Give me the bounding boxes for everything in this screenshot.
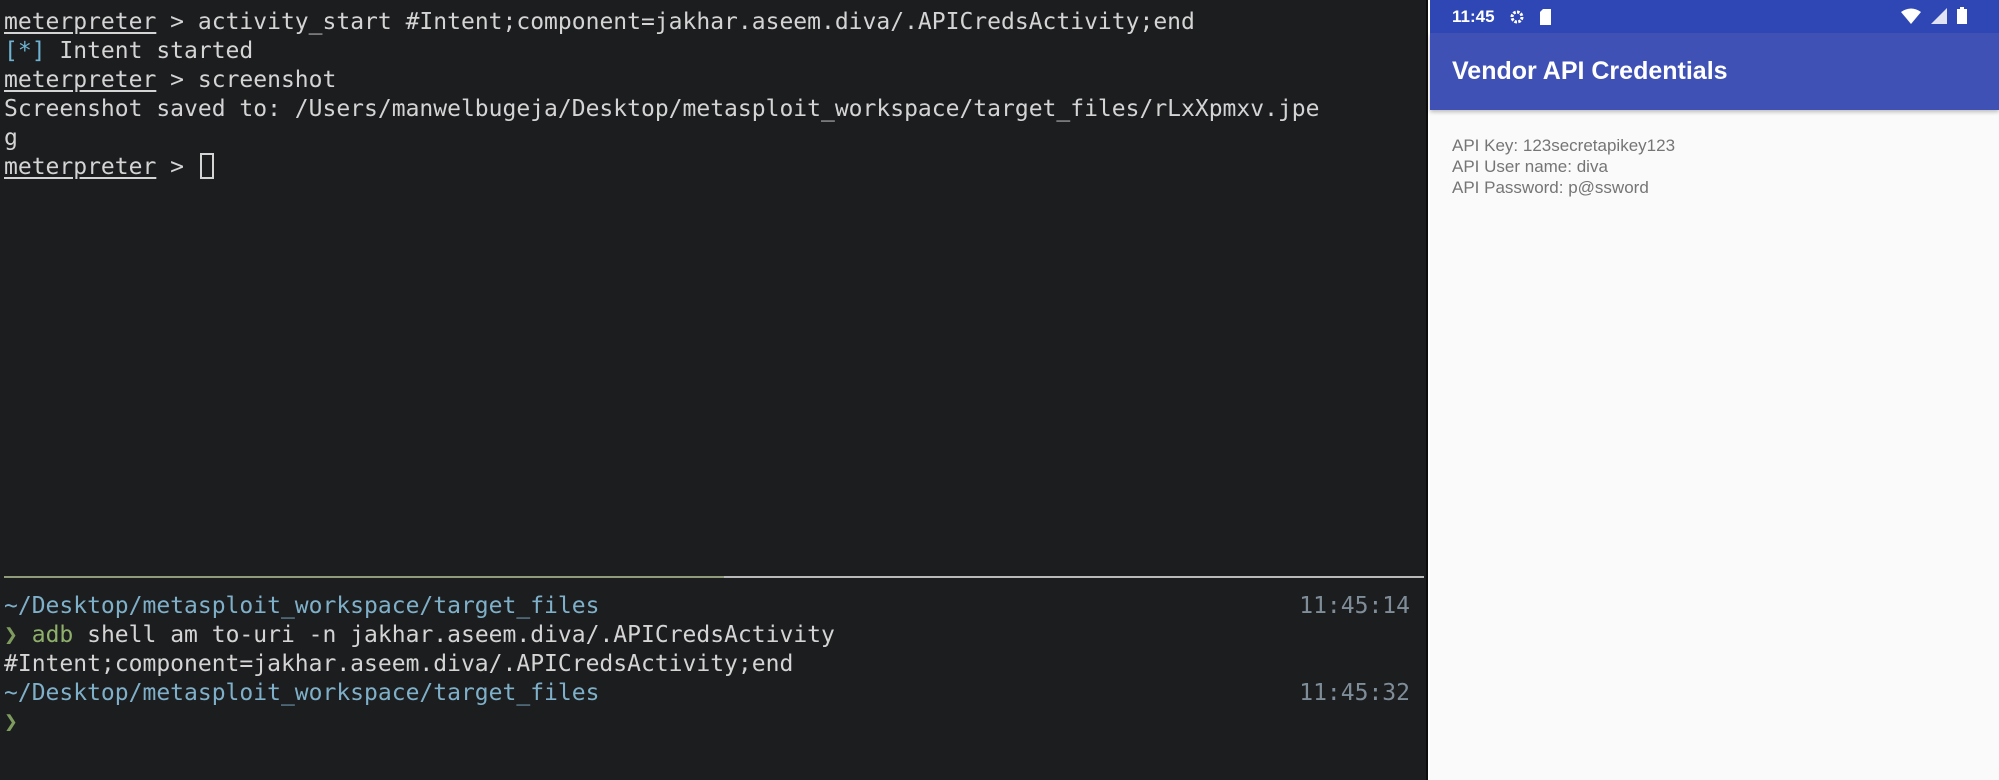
api-key-text: API Key: 123secretapikey123 — [1452, 136, 1676, 155]
output-text: g — [4, 125, 18, 151]
output-text: Screenshot saved to: /Users/manwelbugeja… — [4, 96, 1320, 122]
sd-card-icon — [1539, 8, 1552, 25]
meterpreter-pane[interactable]: meterpreter > activity_start #Intent;com… — [4, 8, 1424, 573]
cwd-path: ~/Desktop/metasploit_workspace/target_fi… — [4, 680, 600, 706]
meterpreter-prompt: meterpreter — [4, 154, 157, 180]
api-password-text: API Password: p@ssword — [1452, 178, 1649, 197]
status-time: 11:45 — [1452, 6, 1495, 26]
prompt-chevron: ❯ — [4, 622, 18, 648]
output-text: Intent started — [45, 38, 254, 64]
terminal-line: [*] Intent started — [4, 37, 1424, 66]
command-args: shell am to-uri -n jakhar.aseem.diva/.AP… — [73, 622, 835, 648]
shell-command-row: ❯ adb shell am to-uri -n jakhar.aseem.di… — [4, 621, 1424, 650]
command-text: > activity_start #Intent;component=jakha… — [156, 9, 1195, 35]
terminal-line: Screenshot saved to: /Users/manwelbugeja… — [4, 95, 1424, 124]
api-username-text: API User name: diva — [1452, 157, 1608, 176]
cwd-path: ~/Desktop/metasploit_workspace/target_fi… — [4, 593, 600, 619]
command-output: #Intent;component=jakhar.aseem.diva/.API… — [4, 651, 794, 677]
battery-icon — [1957, 7, 1967, 29]
signal-icon — [1931, 7, 1947, 29]
status-tag: [*] — [4, 38, 46, 64]
terminal-line: meterpreter > screenshot — [4, 66, 1424, 95]
shell-prompt-row: ~/Desktop/metasploit_workspace/target_fi… — [4, 592, 1424, 621]
command-text: > screenshot — [156, 67, 337, 93]
pane-divider-accent — [4, 576, 724, 578]
timestamp: 11:45:14 — [1299, 593, 1410, 619]
terminal-window[interactable]: meterpreter > activity_start #Intent;com… — [0, 0, 1428, 780]
shell-output-row: #Intent;component=jakhar.aseem.diva/.API… — [4, 650, 1424, 679]
shell-pane[interactable]: ~/Desktop/metasploit_workspace/target_fi… — [4, 592, 1424, 780]
android-screen: 11:45 Vendor API Credentials API Key: 12… — [1430, 0, 1999, 780]
terminal-line: meterpreter > activity_start #Intent;com… — [4, 8, 1424, 37]
shell-prompt-row: ~/Desktop/metasploit_workspace/target_fi… — [4, 679, 1424, 708]
gear-icon — [1509, 9, 1525, 25]
status-bar: 11:45 — [1430, 0, 1999, 33]
activity-title: Vendor API Credentials — [1452, 57, 1728, 85]
shell-input-row[interactable]: ❯ — [4, 708, 1424, 737]
credentials-panel: API Key: 123secretapikey123 API User nam… — [1430, 110, 1999, 223]
prompt-chevron: ❯ — [4, 709, 18, 735]
timestamp: 11:45:32 — [1299, 680, 1410, 706]
adb-command: adb — [31, 622, 74, 648]
prompt-separator: > — [156, 154, 198, 180]
wifi-icon — [1901, 8, 1921, 29]
pane-divider[interactable] — [4, 576, 1424, 578]
text-cursor[interactable] — [199, 153, 214, 179]
terminal-line: g — [4, 124, 1424, 153]
meterpreter-prompt: meterpreter — [4, 9, 157, 35]
app-title-bar: Vendor API Credentials — [1430, 33, 1999, 110]
terminal-input-line[interactable]: meterpreter > — [4, 153, 1424, 182]
meterpreter-prompt: meterpreter — [4, 67, 157, 93]
